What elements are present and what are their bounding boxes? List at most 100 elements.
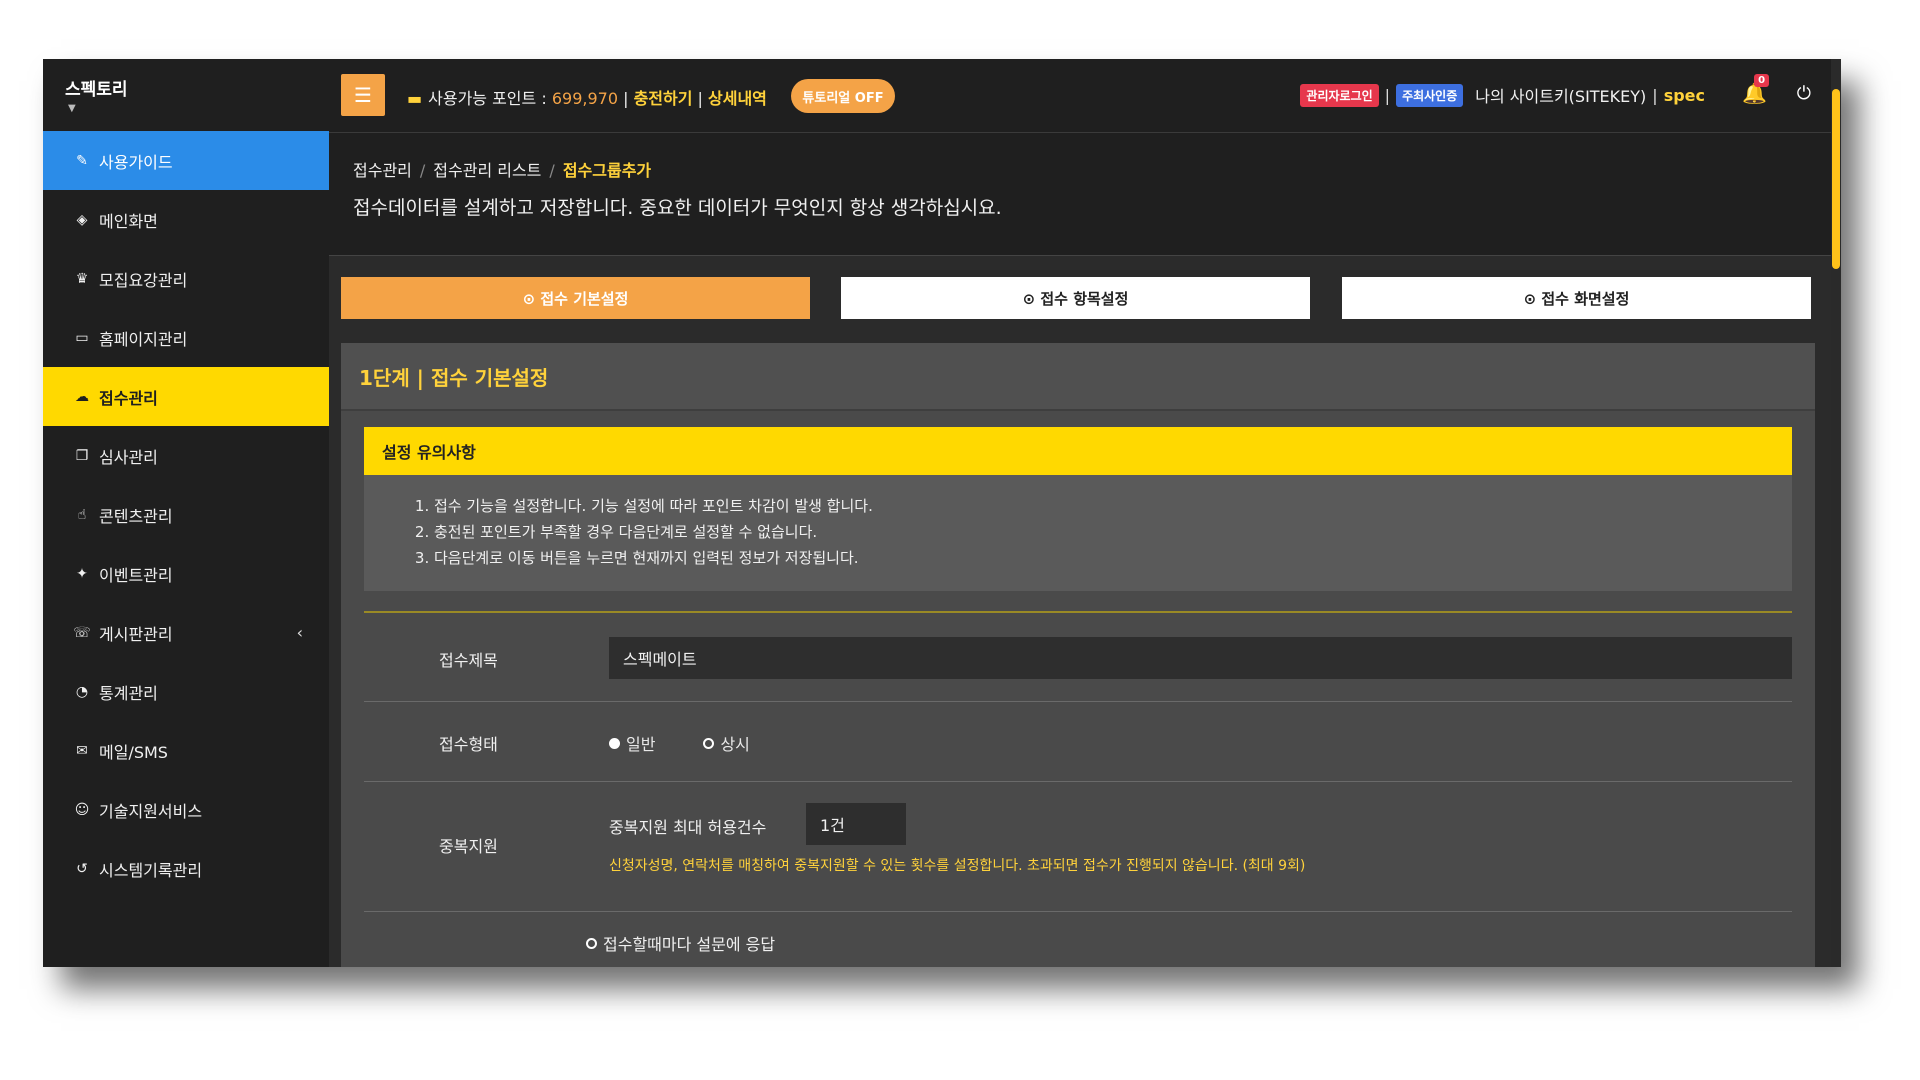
sidebar-item-label: 통계관리: [99, 683, 158, 703]
notice-item: 다음단계로 이동 버튼을 누르면 현재까지 입력된 정보가 저장됩니다.: [434, 545, 1792, 571]
duplicate-max-label: 중복지원 최대 허용건수: [609, 818, 767, 837]
separator: |: [692, 89, 709, 108]
sidebar-item-2[interactable]: ♛ 모집요강관리: [43, 249, 329, 308]
comments-icon: ☏: [73, 624, 91, 641]
hamburger-icon: ☰: [354, 83, 372, 107]
brand-name: 스펙토리: [65, 80, 128, 100]
duplicate-label: 중복지원: [439, 837, 498, 856]
notification-count: 0: [1754, 74, 1770, 87]
sidebar-item-label: 시스템기록관리: [99, 860, 203, 880]
book-icon: ✎: [76, 152, 88, 169]
step-tabs: ⊙ 접수 기본설정 ⊙ 접수 항목설정 ⊙ 접수 화면설정: [341, 277, 1811, 319]
scrollbar[interactable]: [1831, 59, 1841, 967]
sidebar-item-12[interactable]: ↺ 시스템기록관리: [43, 839, 329, 898]
brand[interactable]: 스펙토리 ▼: [43, 59, 329, 131]
cloud-upload-icon: ☁: [75, 388, 89, 405]
scrollbar-thumb[interactable]: [1832, 89, 1840, 269]
history-icon: ↺: [76, 860, 88, 877]
sidebar-item-label: 기술지원서비스: [99, 801, 203, 821]
tab-basic-settings[interactable]: ⊙ 접수 기본설정: [341, 277, 810, 319]
host-auth-badge[interactable]: 주최사인증: [1396, 83, 1464, 107]
tab-item-settings[interactable]: ⊙ 접수 항목설정: [841, 277, 1310, 319]
sidebar-item-3[interactable]: ▭ 홈페이지관리: [43, 308, 329, 367]
tutorial-toggle-button[interactable]: 튜토리얼 OFF: [791, 79, 895, 113]
survey-option[interactable]: 접수할때마다 설문에 응답: [586, 931, 775, 955]
points-value: 699,970: [551, 89, 618, 108]
duplicate-max-select[interactable]: 1건: [806, 803, 906, 845]
form-row-title: 접수제목: [364, 615, 1792, 702]
sidebar-item-7[interactable]: ✦ 이벤트관리: [43, 544, 329, 603]
trophy-icon: ♛: [75, 270, 89, 287]
breadcrumb-separator: /: [549, 161, 555, 180]
sidebar-item-4[interactable]: ☁ 접수관리: [43, 367, 329, 426]
breadcrumb: 접수관리 / 접수관리 리스트 / 접수그룹추가: [353, 157, 651, 181]
title-label: 접수제목: [439, 651, 498, 670]
breadcrumb-item[interactable]: 접수관리: [353, 161, 412, 180]
sidebar-item-11[interactable]: ☺ 기술지원서비스: [43, 780, 329, 839]
charge-link[interactable]: 충전하기: [634, 89, 693, 108]
envelope-icon: ✉: [76, 742, 88, 759]
menu-toggle-button[interactable]: ☰: [341, 74, 385, 116]
notice-box: 설정 유의사항 접수 기능을 설정합니다. 기능 설정에 따라 포인트 차감이 …: [364, 427, 1792, 591]
sidebar-item-label: 콘텐츠관리: [99, 506, 173, 526]
sidebar-item-1[interactable]: ◈ 메인화면: [43, 190, 329, 249]
main-content: 접수관리 / 접수관리 리스트 / 접수그룹추가 접수데이터를 설계하고 저장합니다. …: [329, 133, 1831, 967]
sidebar-item-label: 모집요강관리: [99, 270, 188, 290]
notice-list: 접수 기능을 설정합니다. 기능 설정에 따라 포인트 차감이 발생 합니다. …: [364, 475, 1792, 571]
survey-option-label: 접수할때마다 설문에 응답: [603, 935, 776, 954]
page-header: 접수관리 / 접수관리 리스트 / 접수그룹추가 접수데이터를 설계하고 저장합니다. …: [329, 133, 1831, 256]
chevron-left-icon: ‹: [296, 623, 303, 642]
tab-screen-settings[interactable]: ⊙ 접수 화면설정: [1342, 277, 1811, 319]
points-info: ▬ 사용가능 포인트 : 699,970 | 충전하기 | 상세내역: [407, 85, 767, 109]
radio-always[interactable]: 상시: [703, 731, 750, 755]
radio-dot-unchecked: [703, 737, 715, 749]
thumbs-up-icon: ☝: [77, 506, 87, 523]
notice-item: 접수 기능을 설정합니다. 기능 설정에 따라 포인트 차감이 발생 합니다.: [434, 493, 1792, 519]
breadcrumb-separator: /: [419, 161, 426, 180]
sidebar-item-label: 홈페이지관리: [99, 329, 188, 349]
monitor-icon: ▭: [75, 329, 89, 346]
sidebar-item-label: 게시판관리: [99, 624, 173, 644]
gift-icon: ✦: [76, 565, 88, 582]
history-link[interactable]: 상세내역: [708, 89, 767, 108]
sidebar-item-label: 사용가이드: [99, 152, 173, 172]
power-icon[interactable]: ⏻: [1797, 83, 1811, 104]
caret-down-icon: ▼: [68, 103, 76, 114]
duplicate-max-value: 1건: [820, 816, 845, 835]
duplicate-help-text: 신청자성명, 연락처를 매칭하여 중복지원할 수 있는 횟수를 설정합니다. 초…: [609, 858, 1306, 874]
sidebar-item-9[interactable]: ◔ 통계관리: [43, 662, 329, 721]
notice-title: 설정 유의사항: [364, 427, 1792, 475]
copy-icon: ❐: [75, 447, 89, 464]
breadcrumb-item[interactable]: 접수관리 리스트: [433, 161, 541, 180]
breadcrumb-current: 접수그룹추가: [562, 161, 652, 180]
credit-card-icon: ▬: [407, 89, 423, 108]
type-radio-group: 일반 상시: [609, 731, 798, 755]
sitekey-value: spec: [1663, 85, 1705, 105]
radio-label: 상시: [720, 735, 750, 754]
notification-button[interactable]: 🔔 0: [1742, 74, 1770, 105]
points-label: 사용가능 포인트 :: [428, 89, 552, 108]
sidebar-item-6[interactable]: ☝ 콘텐츠관리: [43, 485, 329, 544]
form-row-duplicate: 중복지원 중복지원 최대 허용건수 1건 신청자성명, 연락처를 매칭하여 중복…: [364, 781, 1792, 912]
form-row-type: 접수형태 일반 상시: [364, 701, 1792, 782]
radio-dot-unchecked: [586, 937, 597, 949]
section-divider: [364, 611, 1792, 613]
sidebar-item-0[interactable]: ✎ 사용가이드: [43, 131, 329, 190]
sidebar-item-10[interactable]: ✉ 메일/SMS: [43, 721, 329, 780]
sidebar: 스펙토리 ▼ ✎ 사용가이드 ◈ 메인화면 ♛ 모집요강관리 ▭ 홈페이지관리 ☁ 접수관리 ❐ 심사…: [43, 59, 329, 967]
app-window: 스펙토리 ▼ ✎ 사용가이드 ◈ 메인화면 ♛ 모집요강관리 ▭ 홈페이지관리 ☁ 접수관리 ❐ 심사…: [43, 59, 1841, 967]
separator: |: [1384, 85, 1391, 105]
type-label: 접수형태: [439, 735, 498, 754]
sidebar-item-8[interactable]: ☏ 게시판관리 ‹: [43, 603, 329, 662]
sidebar-item-5[interactable]: ❐ 심사관리: [43, 426, 329, 485]
radio-dot-checked: [609, 737, 620, 749]
separator: |: [618, 89, 634, 108]
panel-title: 1단계 | 접수 기본설정: [341, 343, 1815, 411]
title-input[interactable]: [609, 637, 1792, 679]
sidebar-menu: ✎ 사용가이드 ◈ 메인화면 ♛ 모집요강관리 ▭ 홈페이지관리 ☁ 접수관리 ❐ 심사관리 ☝ 콘텐츠관…: [43, 131, 329, 898]
cube-icon: ◈: [76, 211, 88, 228]
topbar: ☰ ▬ 사용가능 포인트 : 699,970 | 충전하기 | 상세내역 튜토리얼…: [329, 59, 1841, 133]
radio-general[interactable]: 일반: [609, 731, 655, 755]
radio-label: 일반: [626, 735, 656, 754]
admin-login-badge[interactable]: 관리자로그인: [1300, 83, 1379, 107]
